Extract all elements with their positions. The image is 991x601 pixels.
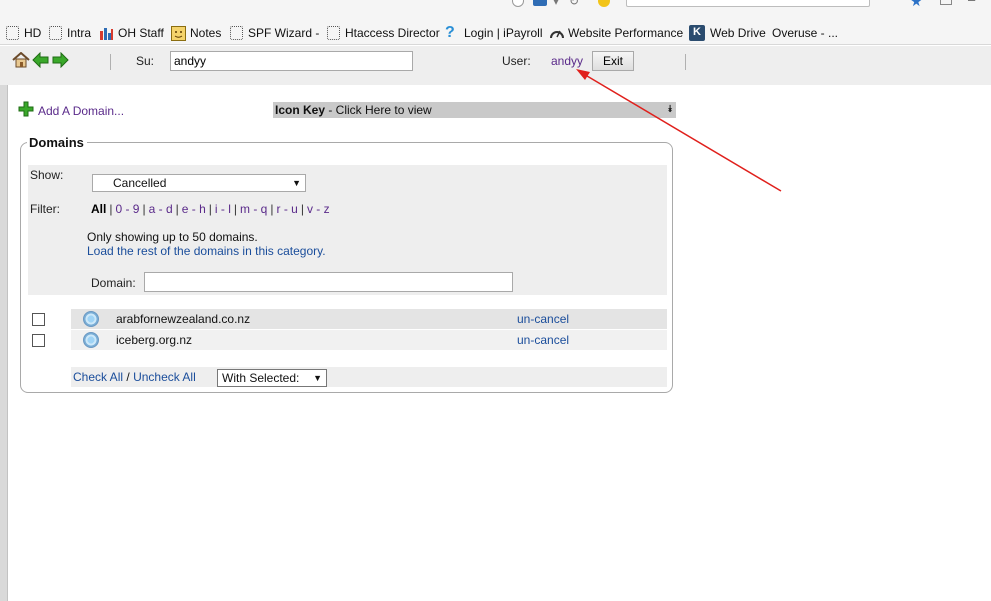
su-input[interactable]	[170, 51, 413, 71]
add-plus-icon	[18, 101, 34, 120]
bookmark-ipayroll[interactable]: ? Login | iPayroll	[445, 24, 543, 41]
home-icon[interactable]	[12, 51, 30, 71]
left-scroll-edge	[0, 85, 8, 601]
filter-v-z[interactable]: v - z	[307, 202, 330, 216]
bookmark-web-drive[interactable]: K Web Drive	[689, 24, 766, 41]
add-domain-link[interactable]: Add A Domain...	[18, 101, 124, 120]
app-toolbar: Su: User: andyy Exit	[0, 46, 991, 85]
check-links: Check All / Uncheck All	[73, 370, 196, 384]
un-cancel-link[interactable]: un-cancel	[517, 333, 569, 347]
show-selected-value: Cancelled	[113, 176, 167, 190]
user-name-link[interactable]: andyy	[551, 54, 583, 68]
check-all-link[interactable]: Check All	[73, 370, 123, 384]
toolbar-separator	[685, 54, 686, 70]
reload-icon[interactable]: ↻	[569, 0, 579, 8]
double-chevron-down-icon: ⯯	[667, 104, 673, 115]
icon-key-bar[interactable]: Icon Key - Click Here to view ⯯	[273, 102, 676, 118]
chevron-down-icon: ▼	[313, 373, 322, 383]
bookmark-website-performance[interactable]: Website Performance	[549, 24, 683, 41]
bookmark-htaccess-director[interactable]: Htaccess Director	[327, 24, 440, 41]
table-row: arabfornewzealand.co.nz un-cancel	[71, 309, 667, 329]
close-window-icon[interactable]: –	[968, 0, 975, 7]
link-separator: /	[126, 370, 130, 384]
domain-name[interactable]: arabfornewzealand.co.nz	[116, 312, 250, 326]
facebook-icon[interactable]	[533, 0, 547, 6]
k-logo-icon: K	[689, 24, 705, 41]
forward-arrow-icon[interactable]	[52, 51, 69, 71]
domain-label: Domain:	[91, 276, 136, 290]
domains-title: Domains	[27, 135, 87, 150]
show-select[interactable]: Cancelled ▼	[92, 174, 306, 192]
info-icon[interactable]	[512, 0, 524, 7]
bookmark-spf-wizard[interactable]: SPF Wizard -	[230, 24, 319, 41]
filter-label: Filter:	[30, 202, 60, 216]
dropdown-icon[interactable]: ▾	[553, 0, 559, 8]
row-checkbox[interactable]	[32, 334, 45, 347]
su-label: Su:	[136, 54, 155, 68]
load-rest-link[interactable]: Load the rest of the domains in this cat…	[87, 244, 326, 258]
smiley-icon[interactable]	[598, 0, 610, 7]
bookmark-intra[interactable]: Intra	[49, 24, 91, 41]
domain-search-input[interactable]	[144, 272, 513, 292]
filter-m-q[interactable]: m - q	[240, 202, 267, 216]
filter-all[interactable]: All	[91, 202, 106, 216]
row-checkbox[interactable]	[32, 313, 45, 326]
chevron-down-icon: ▼	[292, 178, 301, 188]
filter-0-9[interactable]: 0 - 9	[115, 202, 139, 216]
bookmark-overuse[interactable]: Overuse - ...	[772, 24, 838, 41]
search-box[interactable]	[626, 0, 870, 7]
bookmark-oh-staff[interactable]: OH Staff	[99, 24, 164, 41]
show-label: Show:	[30, 168, 64, 182]
page-icon	[327, 25, 340, 40]
uncheck-all-link[interactable]: Uncheck All	[133, 370, 196, 384]
un-cancel-link[interactable]: un-cancel	[517, 312, 569, 326]
info-text: Only showing up to 50 domains.	[87, 230, 258, 244]
table-row: iceberg.org.nz un-cancel	[71, 330, 667, 350]
page-icon	[6, 25, 19, 40]
filter-e-h[interactable]: e - h	[182, 202, 206, 216]
icon-key-hint: - Click Here to view	[325, 103, 432, 117]
with-selected-select[interactable]: With Selected: ▼	[217, 369, 327, 387]
filter-r-u[interactable]: r - u	[276, 202, 297, 216]
globe-icon	[83, 332, 99, 348]
add-domain-label: Add A Domain...	[38, 103, 125, 118]
bookmarks-bar: HD Intra OH Staff Notes SPF Wizard - Hta…	[0, 20, 991, 45]
with-selected-label: With Selected:	[222, 371, 300, 385]
user-label: User:	[502, 54, 531, 68]
star-icon[interactable]: ★	[910, 0, 923, 10]
domain-name[interactable]: iceberg.org.nz	[116, 333, 192, 347]
exit-button[interactable]: Exit	[592, 51, 634, 71]
toolbar-separator	[110, 54, 111, 70]
page-icon	[49, 25, 62, 40]
filter-a-d[interactable]: a - d	[149, 202, 173, 216]
bookmark-notes[interactable]: Notes	[171, 24, 221, 41]
filter-links: All | 0 - 9 | a - d | e - h | i - l | m - q | r - u |…	[91, 202, 330, 216]
filter-i-l[interactable]: i - l	[215, 202, 231, 216]
gauge-icon	[549, 26, 564, 40]
page-icon	[230, 25, 243, 40]
bar-chart-icon	[99, 26, 113, 40]
globe-icon	[83, 311, 99, 327]
notes-icon	[171, 25, 186, 41]
bookmark-hd[interactable]: HD	[6, 24, 41, 41]
icon-key-title: Icon Key	[275, 103, 326, 117]
browser-top-strip: ▾ ↻ ★ –	[0, 0, 991, 20]
question-icon: ?	[445, 23, 455, 41]
restore-window-icon[interactable]	[940, 0, 952, 5]
back-arrow-icon[interactable]	[32, 51, 49, 71]
